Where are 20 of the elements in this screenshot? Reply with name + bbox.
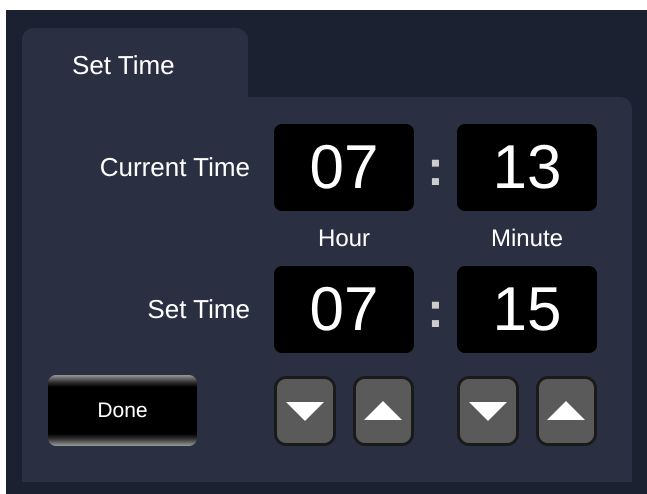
- down-triangle-icon: [286, 401, 324, 421]
- tab[interactable]: Set Time: [22, 28, 248, 97]
- up-triangle-icon: [547, 401, 586, 421]
- hour-display: 07: [274, 124, 414, 211]
- decrement-button[interactable]: [457, 376, 518, 446]
- row-label: Set Time: [146, 294, 251, 325]
- unit-label: Minute: [490, 224, 564, 252]
- hour-display: 07: [274, 266, 414, 353]
- unit-label: Hour: [316, 224, 372, 252]
- separator: :: [426, 138, 445, 196]
- separator: :: [426, 280, 445, 338]
- decrement-button[interactable]: [274, 376, 336, 446]
- increment-button[interactable]: [352, 376, 414, 446]
- row-label: Current Time: [98, 152, 251, 183]
- minute-display: 13: [457, 124, 597, 211]
- increment-button[interactable]: [536, 376, 597, 446]
- done-button[interactable]: Done: [48, 375, 197, 446]
- minute-display: 15: [457, 266, 597, 353]
- down-triangle-icon: [468, 401, 507, 421]
- up-triangle-icon: [364, 401, 402, 421]
